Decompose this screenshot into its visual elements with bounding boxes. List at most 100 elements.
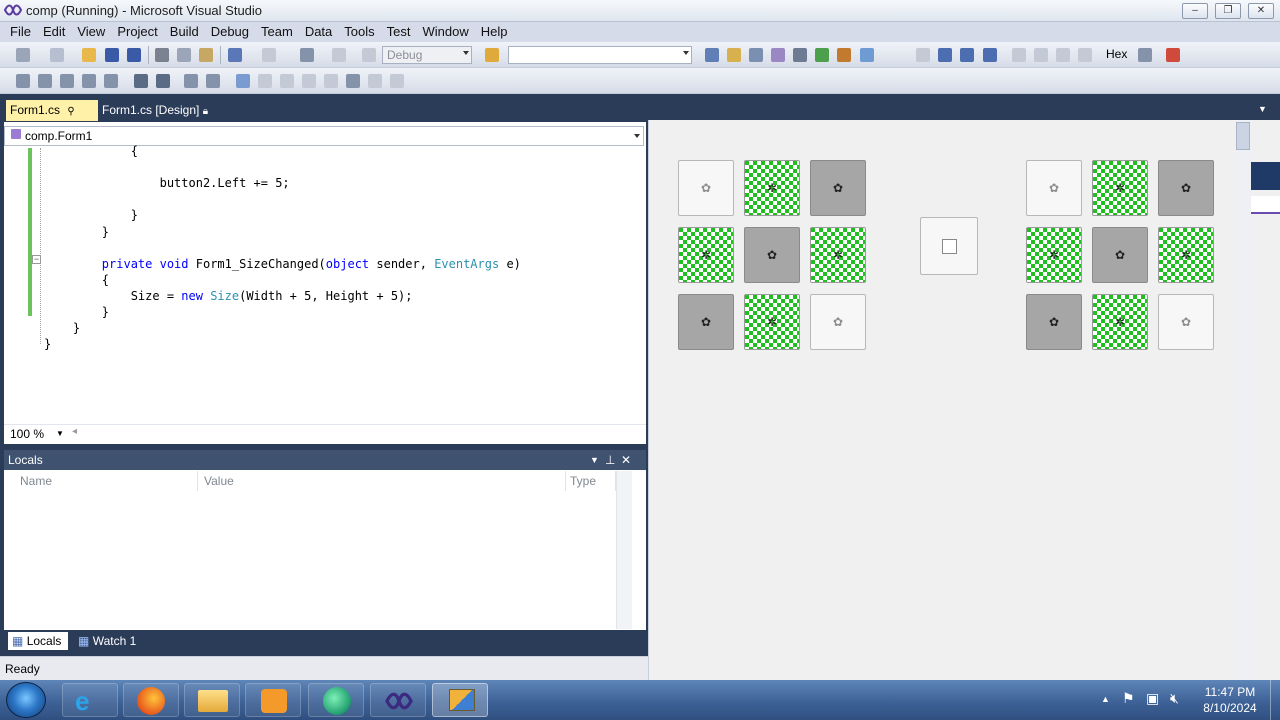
toolbox-icon[interactable] <box>771 48 785 62</box>
column-value[interactable]: Value <box>198 471 566 491</box>
left-tile-8[interactable]: ✲ <box>744 294 800 350</box>
hex-toggle[interactable]: Hex <box>1106 47 1127 61</box>
save-icon[interactable] <box>105 48 119 62</box>
extension-manager-icon[interactable] <box>815 48 829 62</box>
minimize-button[interactable]: – <box>1182 3 1208 19</box>
word-completion-icon[interactable] <box>82 74 96 88</box>
left-tile-5[interactable]: ✿ <box>744 227 800 283</box>
taskbar-running-app[interactable] <box>432 683 488 717</box>
taskbar-media-player[interactable] <box>245 683 301 717</box>
zoom-dropdown-icon[interactable]: ▼ <box>56 429 64 438</box>
navigate-forward-icon[interactable] <box>332 48 346 62</box>
show-threads-icon[interactable] <box>1138 48 1152 62</box>
decrease-indent-icon[interactable] <box>134 74 148 88</box>
stop-debugging-icon[interactable] <box>960 48 974 62</box>
paste-icon[interactable] <box>199 48 213 62</box>
left-tile-1[interactable]: ✿ <box>678 160 734 216</box>
next-bookmark-icon[interactable] <box>280 74 294 88</box>
object-browser-icon[interactable] <box>749 48 763 62</box>
comment-lines-icon[interactable] <box>184 74 198 88</box>
right-tile-5[interactable]: ✿ <box>1092 227 1148 283</box>
undo-icon[interactable] <box>228 48 242 62</box>
show-next-statement-icon[interactable] <box>1012 48 1026 62</box>
pin-icon[interactable]: ⚲ <box>67 106 74 117</box>
left-tile-7[interactable]: ✿ <box>678 294 734 350</box>
previous-bookmark-document-icon[interactable] <box>346 74 360 88</box>
menu-project[interactable]: Project <box>111 22 163 42</box>
continue-icon[interactable] <box>916 48 930 62</box>
breakpoints-icon[interactable] <box>1166 48 1180 62</box>
find-combo[interactable] <box>508 46 692 64</box>
start-debugging-icon[interactable] <box>362 48 376 62</box>
system-clock[interactable]: 11:47 PM 8/10/2024 <box>1192 684 1268 716</box>
increase-indent-icon[interactable] <box>156 74 170 88</box>
code-text[interactable]: { button2.Left += 5; } } private void Fo… <box>44 143 642 421</box>
menu-build[interactable]: Build <box>164 22 205 42</box>
collapse-region-icon[interactable]: − <box>32 255 41 264</box>
next-bookmark-document-icon[interactable] <box>368 74 382 88</box>
tab-form1-design[interactable]: Form1.cs [Design] 🔒︎ <box>98 100 218 121</box>
break-all-icon[interactable] <box>938 48 952 62</box>
cut-icon[interactable] <box>155 48 169 62</box>
show-hidden-icons-icon[interactable]: ▲ <box>1101 694 1110 704</box>
previous-bookmark-folder-icon[interactable] <box>302 74 316 88</box>
left-tile-9[interactable]: ✿ <box>810 294 866 350</box>
left-tile-2[interactable]: ✲ <box>744 160 800 216</box>
pin-window-icon[interactable]: ⊥ <box>605 450 615 470</box>
previous-bookmark-icon[interactable] <box>258 74 272 88</box>
tab-form1-cs[interactable]: Form1.cs ⚲ ✕ <box>6 100 98 139</box>
add-item-icon[interactable] <box>50 48 64 62</box>
taskbar-file-explorer[interactable] <box>184 683 240 717</box>
close-window-icon[interactable]: ✕ <box>621 450 631 470</box>
menu-file[interactable]: File <box>4 22 37 42</box>
redo-icon[interactable] <box>262 48 276 62</box>
menu-help[interactable]: Help <box>475 22 514 42</box>
new-project-icon[interactable] <box>16 48 30 62</box>
right-tile-7[interactable]: ✿ <box>1026 294 1082 350</box>
solution-config-select[interactable]: Debug <box>382 46 472 64</box>
right-tile-6[interactable]: ✲ <box>1158 227 1214 283</box>
quick-info-icon[interactable] <box>60 74 74 88</box>
solution-explorer-icon[interactable] <box>705 48 719 62</box>
menu-view[interactable]: View <box>71 22 111 42</box>
step-out-icon[interactable] <box>1078 48 1092 62</box>
scroll-left-icon[interactable]: ◂ <box>72 426 77 437</box>
menu-team[interactable]: Team <box>255 22 299 42</box>
form-vertical-scrollbar[interactable] <box>1235 120 1251 680</box>
show-desktop-button[interactable] <box>1270 680 1280 720</box>
locals-scrollbar[interactable] <box>616 471 632 629</box>
side-panel-tab[interactable] <box>1251 196 1280 214</box>
taskbar-visual-studio[interactable] <box>370 683 426 717</box>
zoom-level[interactable]: 100 % <box>10 427 44 441</box>
volume-muted-icon[interactable]: 🔇︎ <box>1170 690 1179 707</box>
start-page-icon[interactable] <box>837 48 851 62</box>
menu-tools[interactable]: Tools <box>338 22 380 42</box>
right-tile-1[interactable]: ✿ <box>1026 160 1082 216</box>
find-in-files-icon[interactable] <box>485 48 499 62</box>
menu-window[interactable]: Window <box>416 22 474 42</box>
tab-list-dropdown-icon[interactable]: ▼ <box>1258 104 1267 114</box>
right-tile-9[interactable]: ✿ <box>1158 294 1214 350</box>
properties-icon[interactable] <box>727 48 741 62</box>
action-center-flag-icon[interactable]: ⚑ <box>1122 690 1135 707</box>
parameter-info-icon[interactable] <box>38 74 52 88</box>
left-tile-6[interactable]: ✲ <box>810 227 866 283</box>
navigate-backward-icon[interactable] <box>300 48 314 62</box>
left-tile-3[interactable]: ✿ <box>810 160 866 216</box>
toggle-bookmark-icon[interactable] <box>236 74 250 88</box>
taskbar-internet-explorer[interactable]: e <box>62 683 118 717</box>
step-over-icon[interactable] <box>1056 48 1070 62</box>
center-button[interactable] <box>920 217 978 275</box>
right-tile-8[interactable]: ✲ <box>1092 294 1148 350</box>
open-file-icon[interactable] <box>82 48 96 62</box>
close-button[interactable]: ✕ <box>1248 3 1274 19</box>
maximize-button[interactable]: ❐ <box>1215 3 1241 19</box>
copy-icon[interactable] <box>177 48 191 62</box>
menu-test[interactable]: Test <box>381 22 417 42</box>
right-tile-2[interactable]: ✲ <box>1092 160 1148 216</box>
left-tile-4[interactable]: ✲ <box>678 227 734 283</box>
clear-bookmarks-icon[interactable] <box>390 74 404 88</box>
scroll-thumb[interactable] <box>1236 122 1250 150</box>
uncomment-lines-icon[interactable] <box>206 74 220 88</box>
network-icon[interactable]: ▣ <box>1146 690 1159 707</box>
